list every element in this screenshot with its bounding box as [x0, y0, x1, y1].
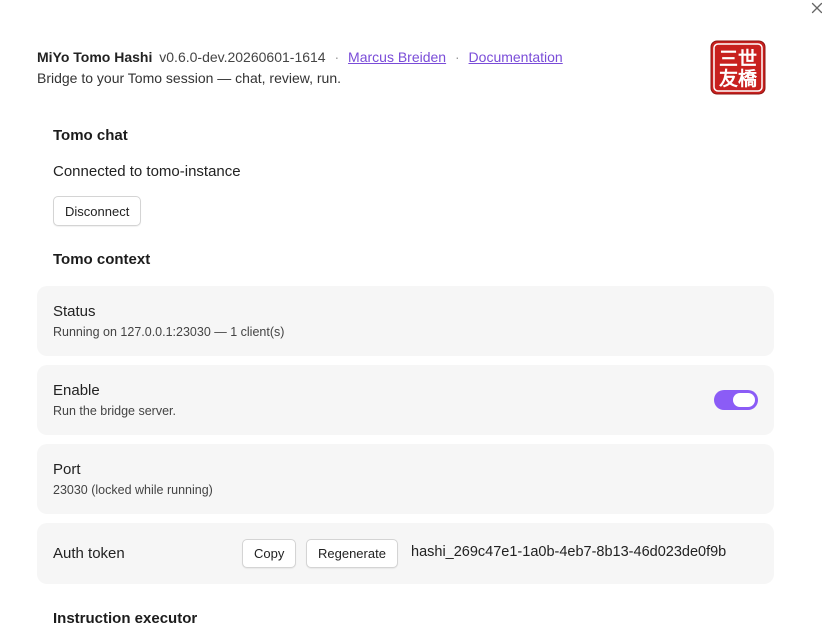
disconnect-button[interactable]: Disconnect: [53, 196, 142, 226]
status-card: Status Running on 127.0.0.1:23030 — 1 cl…: [37, 286, 774, 356]
connection-status: Connected to tomo-instance: [53, 163, 241, 180]
plugin-header: MiYo Tomo Hashi v0.6.0-dev.20260601-1614…: [37, 47, 717, 88]
port-title: Port: [53, 461, 81, 478]
auth-token-title: Auth token: [53, 545, 125, 562]
plugin-subtitle: Bridge to your Tomo session — chat, revi…: [37, 70, 341, 86]
close-button[interactable]: [808, 0, 822, 16]
version-label: v0.6.0-dev.20260601-1614: [159, 49, 326, 65]
logo: 三世 友橋: [710, 40, 766, 95]
copy-button[interactable]: Copy: [242, 539, 297, 568]
status-description: Running on 127.0.0.1:23030 — 1 client(s): [53, 325, 285, 339]
svg-text:友橋: 友橋: [719, 67, 758, 90]
tomo-chat-heading: Tomo chat: [53, 127, 128, 144]
enable-description: Run the bridge server.: [53, 404, 176, 418]
enable-card: Enable Run the bridge server.: [37, 365, 774, 435]
auth-token-card: Auth token Copy Regenerate hashi_269c47e…: [37, 523, 774, 584]
separator-dot: ·: [334, 49, 340, 65]
plugin-title-line: MiYo Tomo Hashi v0.6.0-dev.20260601-1614…: [37, 47, 717, 67]
tomo-context-heading: Tomo context: [53, 251, 151, 268]
enable-toggle[interactable]: [714, 390, 758, 410]
close-icon: [811, 2, 822, 14]
documentation-link[interactable]: Documentation: [469, 49, 563, 65]
auth-token-value: hashi_269c47e1-1a0b-4eb7-8b13-46d023de0f…: [411, 544, 727, 560]
regenerate-button[interactable]: Regenerate: [306, 539, 398, 568]
enable-title: Enable: [53, 382, 100, 399]
status-title: Status: [53, 303, 96, 320]
author-link[interactable]: Marcus Breiden: [348, 49, 446, 65]
port-card: Port 23030 (locked while running): [37, 444, 774, 514]
toggle-knob: [733, 393, 755, 407]
app-name: MiYo Tomo Hashi: [37, 49, 153, 65]
instruction-executor-heading: Instruction executor: [53, 610, 198, 627]
separator-dot: ·: [454, 49, 460, 65]
svg-text:三世: 三世: [719, 48, 757, 70]
port-description: 23030 (locked while running): [53, 483, 213, 497]
